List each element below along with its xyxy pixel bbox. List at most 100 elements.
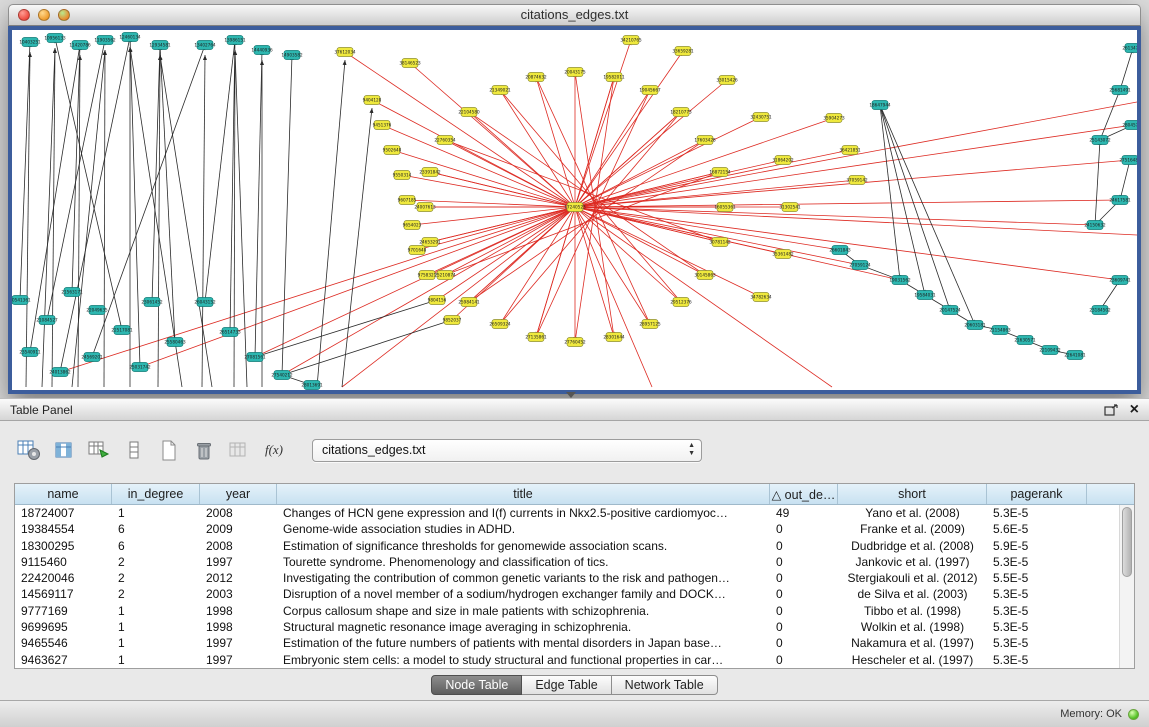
graph-edge[interactable] (255, 50, 262, 357)
graph-edge[interactable] (445, 140, 720, 242)
graph-node[interactable]: 18647944 (869, 101, 891, 110)
table-row[interactable]: 911546021997Tourette syndrome. Phenomeno… (15, 554, 1119, 570)
graph-node[interactable]: 27760452 (564, 338, 586, 347)
graph-node[interactable]: 10403251 (19, 38, 41, 47)
graph-node[interactable]: 22049635 (86, 306, 108, 315)
graph-node[interactable]: 23184502 (1089, 306, 1111, 315)
select-columns-button[interactable] (51, 437, 77, 463)
graph-node[interactable]: 31302541 (779, 203, 801, 212)
graph-node[interactable]: 29512376 (670, 298, 692, 307)
graph-edge[interactable] (52, 48, 55, 387)
graph-node[interactable]: 24569201 (81, 353, 103, 362)
graph-node[interactable]: 17603428 (694, 136, 716, 145)
graph-node[interactable]: 9804156 (428, 296, 447, 305)
graph-node[interactable]: 19584031 (914, 291, 936, 300)
table-row[interactable]: 977716911998Corpus callosum shape and si… (15, 603, 1119, 619)
graph-node[interactable]: 22760354 (434, 136, 456, 145)
graph-node[interactable]: 32430751 (750, 113, 772, 122)
graph-edge[interactable] (382, 125, 575, 207)
graph-node[interactable]: 21630571 (1014, 336, 1036, 345)
graph-node[interactable]: 16055361 (714, 203, 736, 212)
graph-edge[interactable] (575, 207, 900, 280)
graph-node[interactable]: 28045731 (1122, 121, 1137, 130)
graph-node[interactable]: 23391842 (419, 168, 441, 177)
graph-node[interactable]: 9701648 (408, 246, 427, 255)
graph-edge[interactable] (880, 105, 925, 295)
close-panel-icon[interactable]: × (1130, 403, 1139, 417)
graph-edge[interactable] (437, 207, 575, 300)
graph-node[interactable]: 14903582 (281, 51, 303, 60)
table-settings-button[interactable] (16, 437, 42, 463)
graph-node[interactable]: 35904273 (823, 114, 845, 123)
graph-node[interactable]: 22104580 (458, 108, 480, 117)
graph-node[interactable]: 28301644 (603, 333, 625, 342)
graph-node[interactable]: 35361482 (772, 250, 794, 259)
graph-node[interactable]: 28957125 (639, 320, 661, 329)
graph-edge[interactable] (282, 55, 292, 375)
graph-node[interactable]: 24617581 (1109, 196, 1131, 205)
graph-node[interactable]: 17240523 (564, 203, 586, 212)
graph-node[interactable]: 23540911 (19, 348, 41, 357)
graph-node[interactable]: 12460134 (119, 33, 141, 42)
table-row[interactable]: 969969511998Structural magnetic resonanc… (15, 619, 1119, 635)
table-row[interactable]: 1872400712008Changes of HCN gene express… (15, 505, 1119, 521)
graph-node[interactable]: 34782634 (750, 293, 772, 302)
graph-node[interactable]: 26514733 (219, 328, 241, 337)
vertical-scrollbar[interactable] (1119, 505, 1134, 668)
graph-node[interactable]: 30781142 (709, 238, 731, 247)
tab-edge-table[interactable]: Edge Table (522, 675, 611, 695)
graph-node[interactable]: 38146523 (399, 59, 421, 68)
graph-node[interactable]: 25031742 (129, 363, 151, 372)
column-header-title[interactable]: title (277, 484, 770, 504)
graph-edge[interactable] (130, 47, 182, 387)
table-row[interactable]: 946362711997Embryonic stem cells: a mode… (15, 652, 1119, 668)
graph-node[interactable]: 16872154 (709, 168, 731, 177)
graph-edge[interactable] (880, 105, 900, 280)
graph-node[interactable]: 9404128 (363, 96, 382, 105)
graph-edge[interactable] (1120, 48, 1133, 90)
graph-edge[interactable] (1120, 160, 1130, 200)
graph-node[interactable]: 26601843 (829, 246, 851, 255)
graph-edge[interactable] (205, 40, 235, 302)
graph-node[interactable]: 25143072 (1089, 136, 1111, 145)
graph-node[interactable]: 20147524 (939, 306, 961, 315)
graph-node[interactable]: 26134782 (1122, 44, 1137, 53)
graph-node[interactable]: 21084527 (36, 316, 58, 325)
delete-column-button[interactable] (191, 437, 217, 463)
delete-table-button[interactable] (226, 437, 252, 463)
graph-node[interactable]: 9451376 (373, 121, 392, 130)
column-header-short[interactable]: short (838, 484, 987, 504)
graph-node[interactable]: 25210874 (434, 271, 456, 280)
graph-edge[interactable] (575, 200, 1120, 207)
graph-node[interactable]: 27516482 (1119, 156, 1137, 165)
graph-node[interactable]: 24013862 (49, 368, 71, 377)
graph-node[interactable]: 21563171 (61, 288, 83, 297)
graph-node[interactable]: 20874632 (525, 73, 547, 82)
graph-edge[interactable] (130, 37, 140, 367)
graph-edge[interactable] (575, 118, 834, 207)
graph-node[interactable]: 20603181 (964, 321, 986, 330)
function-builder-button[interactable]: f(x) (261, 437, 287, 463)
graph-node[interactable]: 31864202 (772, 156, 794, 165)
tab-node-table[interactable]: Node Table (431, 675, 522, 695)
graph-edge[interactable] (575, 180, 857, 207)
row-options-button[interactable] (121, 437, 147, 463)
graph-node[interactable]: 27135861 (525, 333, 547, 342)
graph-node[interactable]: 21349021 (489, 86, 511, 95)
graph-node[interactable]: 10956133 (44, 34, 66, 43)
column-header-name[interactable]: name (15, 484, 112, 504)
table-source-select[interactable]: citations_edges.txt ▲▼ (312, 439, 702, 462)
table-row[interactable]: 2242004622012Investigating the contribut… (15, 570, 1119, 586)
graph-edge[interactable] (575, 207, 1120, 280)
graph-node[interactable]: 27059124 (849, 261, 871, 270)
graph-node[interactable]: 37612034 (334, 48, 356, 57)
graph-node[interactable]: 9654023 (403, 221, 422, 230)
graph-edge[interactable] (469, 140, 705, 302)
graph-node[interactable]: 11903562 (94, 36, 116, 45)
graph-node[interactable]: 26043152 (194, 298, 216, 307)
graph-node[interactable]: 20043175 (564, 68, 586, 77)
zoom-window-button[interactable] (58, 9, 70, 21)
graph-edge[interactable] (342, 207, 575, 387)
graph-edge[interactable] (104, 50, 105, 387)
graph-node[interactable]: 34210765 (620, 36, 642, 45)
